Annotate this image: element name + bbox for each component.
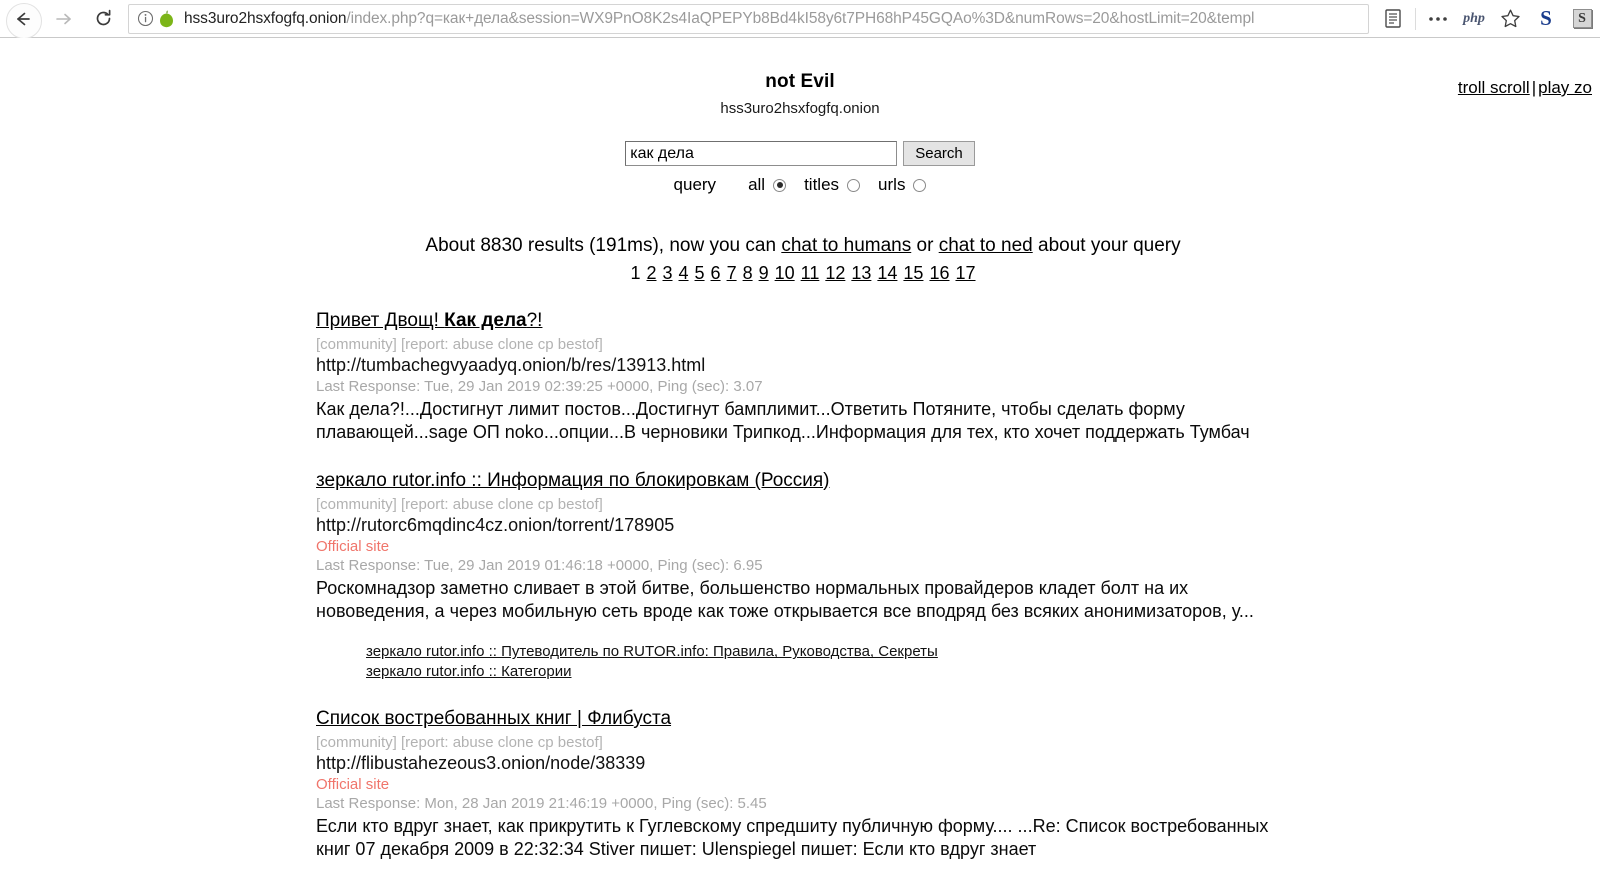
url-text: hss3uro2hsxfogfq.onion/index.php?q=как+д… — [184, 5, 1362, 33]
official-site-badge: Official site — [316, 776, 390, 794]
site-host: hss3uro2hsxfogfq.onion — [720, 100, 880, 117]
search-result: зеркало rutor.info :: Информация по блок… — [316, 470, 1290, 682]
toplinks-separator: | — [1531, 78, 1537, 97]
result-title-link[interactable]: Список востребованных книг | Флибуста — [316, 708, 671, 729]
page-link[interactable]: 15 — [903, 263, 923, 283]
page-link[interactable]: 14 — [877, 263, 897, 283]
s-grey-icon-label: S — [1572, 9, 1592, 28]
screenshot-extension-icon[interactable]: S — [1564, 4, 1600, 34]
stats-suffix: about your query — [1032, 235, 1181, 256]
search-button[interactable]: Search — [903, 141, 975, 166]
page-link[interactable]: 9 — [759, 263, 769, 283]
page-link[interactable]: 3 — [663, 263, 673, 283]
result-snippet: Как дела?!...Достигнут лимит постов...До… — [316, 399, 1250, 442]
result-url: http://rutorc6mqdinc4cz.onion/torrent/17… — [316, 514, 675, 535]
result-tags: [community] [report: abuse clone cp best… — [316, 336, 603, 353]
page-link[interactable]: 10 — [775, 263, 795, 283]
result-title-pre: Привет Двощ! — [316, 310, 445, 331]
php-extension-icon[interactable]: php — [1456, 4, 1492, 34]
page-link[interactable]: 17 — [955, 263, 975, 283]
result-url: http://flibustahezeous3.onion/node/38339 — [316, 753, 646, 774]
page-current: 1 — [630, 263, 641, 283]
page-link[interactable]: 4 — [679, 263, 689, 283]
page-link[interactable]: 7 — [727, 263, 737, 283]
result-meta: Last Response: Tue, 29 Jan 2019 02:39:25… — [316, 378, 763, 395]
page-link[interactable]: 11 — [801, 263, 820, 283]
chat-to-humans-link[interactable]: chat to humans — [781, 235, 911, 256]
info-icon[interactable] — [137, 10, 154, 27]
play-zone-link[interactable]: play zo — [1538, 78, 1592, 97]
pagination: 1 2 3 4 5 6 7 8 9 10 11 12 13 14 15 16 17 — [316, 263, 1290, 284]
url-host: hss3uro2hsxfogfq.onion — [184, 9, 347, 27]
results-stats: About 8830 results (191ms), now you can … — [316, 235, 1290, 257]
result-meta: Last Response: Mon, 28 Jan 2019 21:46:19… — [316, 795, 767, 813]
chat-to-ned-link[interactable]: chat to ned — [939, 235, 1033, 256]
page-link[interactable]: 5 — [695, 263, 705, 283]
search-row: Search — [625, 141, 975, 166]
site-header: not Evil hss3uro2hsxfogfq.onion — [0, 38, 1600, 117]
onion-icon — [159, 9, 174, 28]
php-icon-label: php — [1463, 10, 1485, 26]
page-content: troll scroll | play zo not Evil hss3uro2hs… — [0, 38, 1600, 868]
results-container: About 8830 results (191ms), now you can … — [310, 235, 1290, 861]
browser-toolbar: hss3uro2hsxfogfq.onion/index.php?q=как+д… — [0, 0, 1600, 39]
scope-label-urls: urls — [878, 175, 906, 194]
troll-scroll-link[interactable]: troll scroll — [1458, 78, 1530, 97]
stats-prefix: About 8830 results (191ms), now you can — [425, 235, 782, 256]
result-url: http://tumbachegvyaadyq.onion/b/res/1391… — [316, 355, 706, 375]
result-snippet: Роскомнадзор заметно сливает в этой битв… — [316, 577, 1254, 621]
page-link[interactable]: 13 — [851, 263, 871, 283]
page-link[interactable]: 6 — [711, 263, 721, 283]
reader-mode-icon[interactable] — [1375, 4, 1411, 34]
radio-titles[interactable] — [847, 178, 861, 192]
scope-label-titles: titles — [804, 175, 840, 194]
page-link[interactable]: 12 — [825, 263, 845, 283]
overflow-menu-icon[interactable] — [1420, 4, 1456, 34]
search-area: Search query all titles urls — [0, 141, 1600, 195]
radio-all[interactable] — [773, 178, 787, 192]
navigation-buttons — [0, 2, 122, 39]
toolbar-icons: php S S — [1375, 2, 1600, 36]
result-title-link[interactable]: Привет Двощ! Как дела?! — [316, 310, 542, 331]
sublink[interactable]: зеркало rutor.info :: Категории — [366, 662, 1290, 682]
radio-urls[interactable] — [913, 178, 927, 192]
reload-button[interactable] — [84, 2, 122, 36]
result-title-highlight: Как дела — [444, 310, 527, 331]
s-blue-icon-label: S — [1540, 6, 1552, 30]
result-title-link[interactable]: зеркало rutor.info :: Информация по блок… — [316, 470, 830, 491]
search-input[interactable] — [625, 141, 898, 166]
result-title-post: ?! — [526, 310, 543, 331]
back-button[interactable] — [4, 2, 42, 39]
search-scope-options: query all titles urls — [0, 175, 1600, 195]
search-result: Список востребованных книг | Флибуста [c… — [316, 708, 1290, 861]
page-link[interactable]: 16 — [929, 263, 949, 283]
toolbar-divider — [1415, 7, 1416, 30]
url-path: /index.php?q=как+дела&session=WX9PnO8K2s… — [346, 9, 1255, 27]
search-result: Привет Двощ! Как дела?! [community] [rep… — [316, 310, 1290, 444]
result-meta: Last Response: Tue, 29 Jan 2019 01:46:18… — [316, 556, 763, 574]
sync-extension-icon[interactable]: S — [1528, 4, 1564, 34]
scope-label-all: all — [748, 175, 766, 194]
page-title: not Evil — [765, 71, 835, 92]
official-site-badge: Official site — [316, 537, 390, 555]
scope-label-query: query — [673, 175, 717, 194]
page-link[interactable]: 2 — [646, 263, 656, 283]
result-sublinks: зеркало rutor.info :: Путеводитель по RU… — [316, 642, 1290, 682]
result-tags: [community] [report: abuse clone cp best… — [316, 734, 603, 752]
forward-button[interactable] — [44, 2, 82, 36]
page-link[interactable]: 8 — [743, 263, 753, 283]
address-bar[interactable]: hss3uro2hsxfogfq.onion/index.php?q=как+д… — [128, 3, 1369, 34]
result-tags: [community] [report: abuse clone cp best… — [316, 495, 603, 513]
stats-middle: or — [911, 235, 939, 256]
result-snippet: Если кто вдруг знает, как прикрутить к Г… — [316, 816, 1269, 859]
bookmark-star-icon[interactable] — [1492, 4, 1528, 34]
sublink[interactable]: зеркало rutor.info :: Путеводитель по RU… — [366, 642, 1290, 662]
top-right-links: troll scroll | play zo — [1458, 78, 1592, 98]
